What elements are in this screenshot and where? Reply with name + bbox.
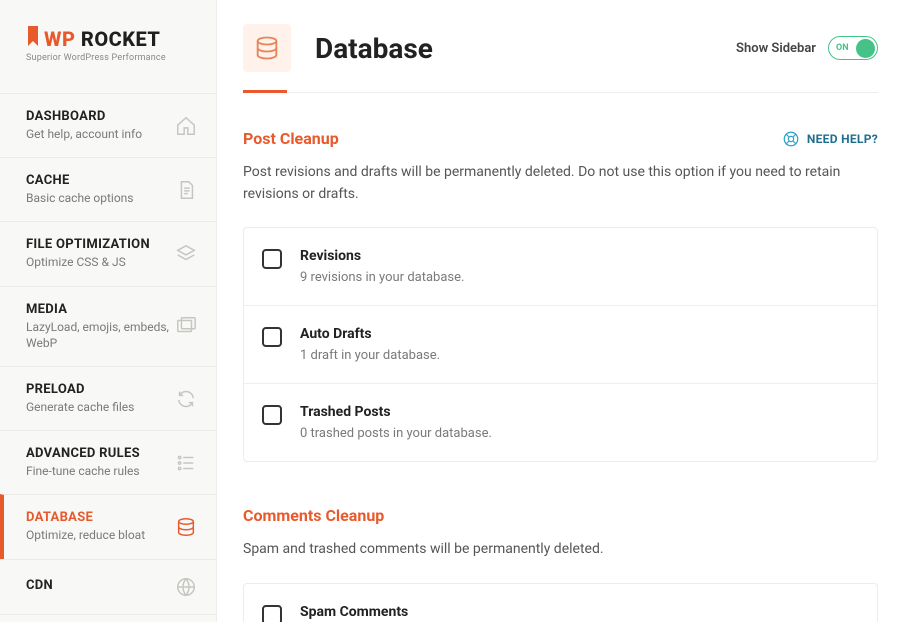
checkbox[interactable]	[262, 327, 282, 347]
option-spam-comments[interactable]: Spam Comments	[244, 584, 877, 622]
images-icon	[174, 314, 198, 338]
layers-icon	[174, 242, 198, 266]
refresh-icon	[174, 387, 198, 411]
nav-item-advanced-rules[interactable]: ADVANCED RULES Fine-tune cache rules	[0, 430, 216, 494]
nav-title: CACHE	[26, 173, 134, 188]
nav-item-media[interactable]: MEDIA LazyLoad, emojis, embeds, WebP	[0, 286, 216, 366]
section-title: Post Cleanup	[243, 129, 339, 148]
nav-title: ADVANCED RULES	[26, 446, 140, 461]
checkbox[interactable]	[262, 405, 282, 425]
nav-item-file-optimization[interactable]: FILE OPTIMIZATION Optimize CSS & JS	[0, 221, 216, 285]
post-cleanup-options: Revisions 9 revisions in your database. …	[243, 227, 878, 462]
nav-desc: Optimize, reduce bloat	[26, 527, 145, 543]
option-title: Spam Comments	[300, 604, 408, 620]
nav-desc: Get help, account info	[26, 126, 142, 142]
option-sub: 9 revisions in your database.	[300, 270, 464, 285]
nav-item-dashboard[interactable]: DASHBOARD Get help, account info	[0, 93, 216, 157]
help-icon	[782, 130, 800, 148]
nav-title: CDN	[26, 578, 53, 593]
database-icon	[243, 24, 291, 72]
main-content: Database Show Sidebar ON Post Cleanup NE…	[217, 0, 904, 622]
section-desc: Spam and trashed comments will be perman…	[243, 539, 878, 561]
section-desc: Post revisions and drafts will be perman…	[243, 162, 878, 205]
nav-item-cache[interactable]: CACHE Basic cache options	[0, 157, 216, 221]
tab-underline	[243, 92, 878, 93]
document-icon	[174, 178, 198, 202]
nav-desc: Fine-tune cache rules	[26, 463, 140, 479]
nav-item-cdn[interactable]: CDN	[0, 559, 216, 615]
page-title: Database	[315, 32, 433, 65]
home-icon	[174, 114, 198, 138]
nav-item-database[interactable]: DATABASE Optimize, reduce bloat	[0, 494, 216, 558]
nav-title: PRELOAD	[26, 382, 134, 397]
nav-title: DASHBOARD	[26, 109, 142, 124]
rocket-ribbon-icon	[26, 26, 40, 52]
globe-icon	[174, 575, 198, 599]
database-icon	[174, 515, 198, 539]
option-title: Auto Drafts	[300, 326, 440, 342]
option-trashed-posts[interactable]: Trashed Posts 0 trashed posts in your da…	[244, 384, 877, 461]
option-revisions[interactable]: Revisions 9 revisions in your database.	[244, 228, 877, 306]
logo-text: WP ROCKET	[26, 26, 160, 52]
option-title: Trashed Posts	[300, 404, 492, 420]
checkbox[interactable]	[262, 605, 282, 622]
nav: DASHBOARD Get help, account info CACHE B…	[0, 93, 216, 615]
nav-desc: LazyLoad, emojis, embeds, WebP	[26, 319, 174, 351]
logo: WP ROCKET Superior WordPress Performance	[0, 0, 216, 93]
section-post-cleanup: Post Cleanup NEED HELP? Post revisions a…	[243, 129, 878, 462]
nav-desc: Optimize CSS & JS	[26, 254, 150, 270]
nav-title: MEDIA	[26, 302, 174, 317]
checkbox[interactable]	[262, 249, 282, 269]
nav-desc: Generate cache files	[26, 399, 134, 415]
option-sub: 1 draft in your database.	[300, 348, 440, 363]
nav-title: DATABASE	[26, 510, 145, 525]
option-sub: 0 trashed posts in your database.	[300, 426, 492, 441]
show-sidebar-control: Show Sidebar ON	[736, 36, 878, 60]
section-title: Comments Cleanup	[243, 506, 878, 525]
show-sidebar-toggle[interactable]: ON	[828, 36, 878, 60]
nav-title: FILE OPTIMIZATION	[26, 237, 150, 252]
option-title: Revisions	[300, 248, 464, 264]
sidebar: WP ROCKET Superior WordPress Performance…	[0, 0, 217, 622]
comments-cleanup-options: Spam Comments	[243, 583, 878, 622]
need-help-link[interactable]: NEED HELP?	[782, 130, 878, 148]
nav-item-preload[interactable]: PRELOAD Generate cache files	[0, 366, 216, 430]
section-comments-cleanup: Comments Cleanup Spam and trashed commen…	[243, 506, 878, 622]
toggle-knob	[856, 39, 875, 58]
logo-tagline: Superior WordPress Performance	[26, 53, 166, 63]
option-auto-drafts[interactable]: Auto Drafts 1 draft in your database.	[244, 306, 877, 384]
list-icon	[174, 451, 198, 475]
nav-desc: Basic cache options	[26, 190, 134, 206]
show-sidebar-label: Show Sidebar	[736, 41, 816, 56]
page-header: Database Show Sidebar ON	[243, 24, 878, 72]
